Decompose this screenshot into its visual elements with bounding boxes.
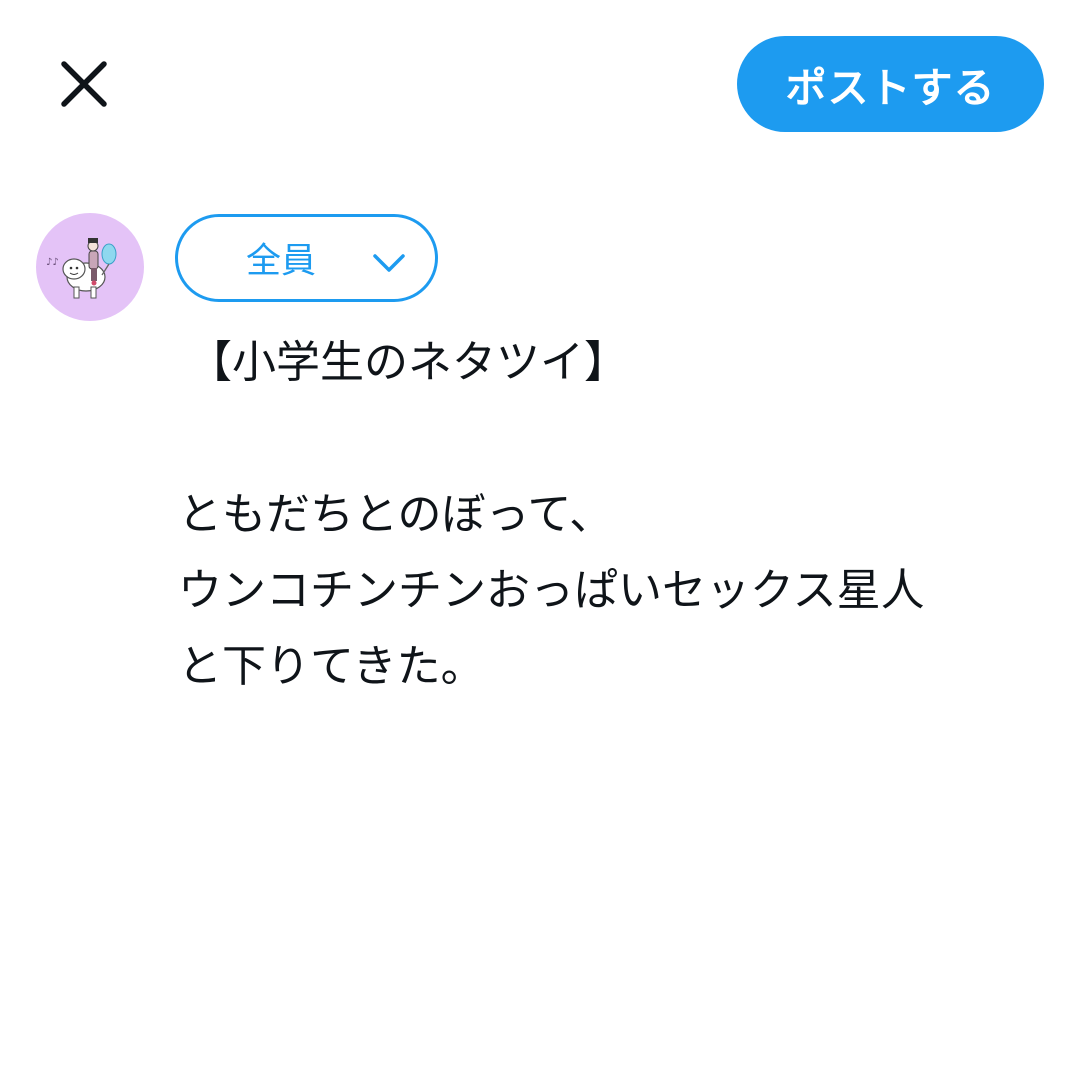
post-text-line: ともだちとのぼって、 [178, 489, 614, 540]
avatar-illustration: ♪♪ [46, 238, 117, 299]
svg-text:♪♪: ♪♪ [46, 257, 59, 268]
post-text-line [178, 401, 1058, 477]
post-button[interactable]: ポストする [737, 36, 1044, 132]
audience-selector[interactable]: 全員 [175, 214, 438, 302]
post-text-area[interactable]: 【小学生のネタツイ】 ともだちとのぼって、 ウンコチンチンおっぱいセックス星人 … [178, 325, 1058, 705]
chevron-down-icon [373, 254, 405, 272]
close-button[interactable] [52, 52, 116, 116]
audience-label: 全員 [246, 241, 317, 282]
avatar[interactable]: ♪♪ [36, 213, 144, 321]
post-text-line: と下りてきた。 [178, 641, 485, 692]
close-icon [61, 61, 107, 107]
post-text-line: 【小学生のネタツイ】 [188, 337, 628, 388]
post-text-line: ウンコチンチンおっぱいセックス星人 [178, 565, 925, 616]
